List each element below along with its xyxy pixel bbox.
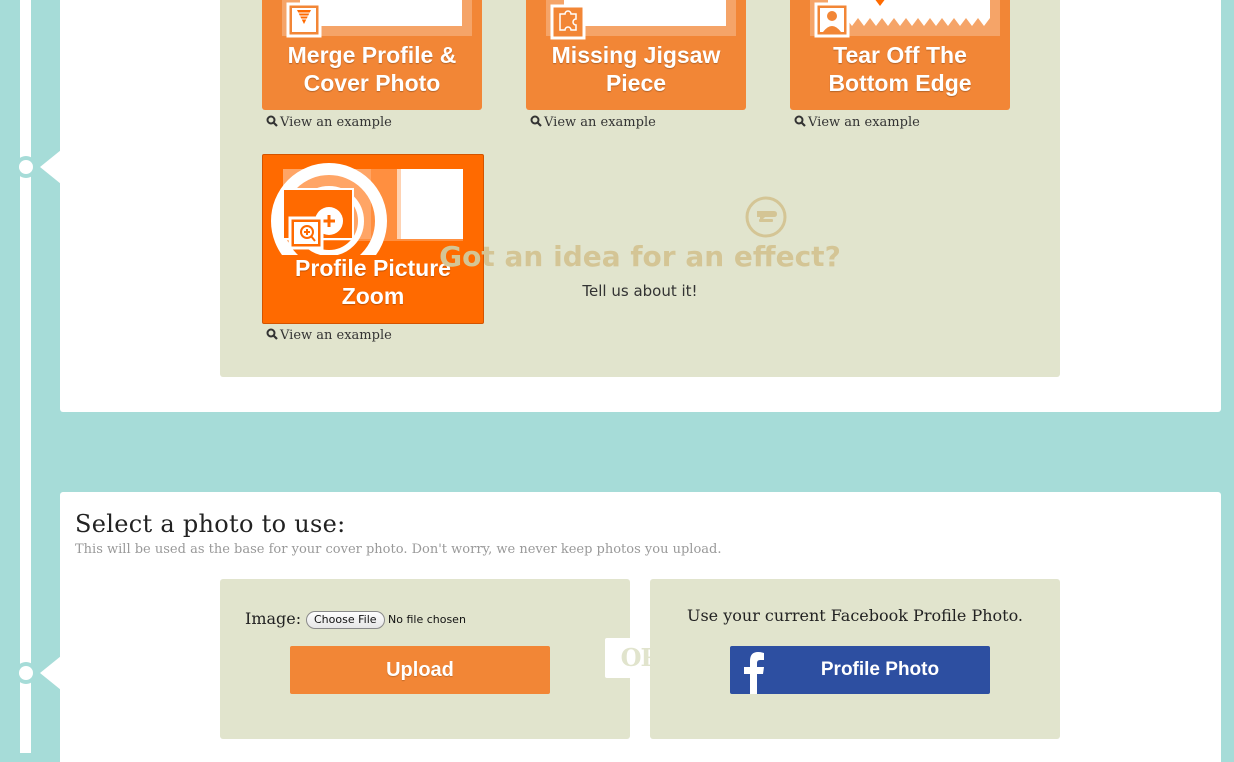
- effects-grid: Merge Profile & Cover Photo View an exam…: [220, 0, 1060, 377]
- choose-file-button[interactable]: Choose File: [306, 611, 385, 629]
- view-example-link[interactable]: View an example: [530, 115, 656, 130]
- facebook-label: Use your current Facebook Profile Photo.: [686, 606, 1024, 625]
- timeline-node: [15, 662, 37, 684]
- file-status: No file chosen: [388, 613, 466, 626]
- upload-box: Image: Choose File No file chosen Upload: [220, 579, 630, 739]
- tile-title-line2: Bottom Edge: [828, 70, 972, 96]
- magnifier-icon: [530, 115, 542, 127]
- facebook-f-icon: [744, 652, 764, 694]
- tile-title-line1: Merge Profile &: [287, 42, 457, 68]
- section-subtitle: This will be used as the base for your c…: [75, 542, 722, 557]
- tile-title-line2: Piece: [605, 70, 667, 96]
- timeline-node: [15, 156, 37, 178]
- select-photo-panel: Select a photo to use: This will be used…: [60, 492, 1221, 762]
- view-example-label: View an example: [544, 115, 656, 130]
- tile-title-line1: Tear Off The: [833, 42, 967, 68]
- image-label: Image:: [245, 609, 302, 628]
- view-example-link[interactable]: View an example: [266, 115, 392, 130]
- section-title: Select a photo to use:: [75, 510, 346, 538]
- magnifier-icon: [794, 115, 806, 127]
- view-example-label: View an example: [280, 328, 392, 343]
- facebook-button-label: Profile Photo: [820, 659, 940, 680]
- effects-panel: Merge Profile & Cover Photo View an exam…: [60, 0, 1221, 412]
- person-silhouette-icon: [810, 0, 1000, 38]
- view-example-label: View an example: [280, 115, 392, 130]
- puzzle-piece-icon: [546, 0, 736, 40]
- view-example-link[interactable]: View an example: [266, 328, 392, 343]
- timeline-pointer: [40, 150, 61, 184]
- timeline-line: [20, 0, 31, 753]
- tile-title-line2: Cover Photo: [303, 70, 441, 96]
- facebook-profile-photo-button[interactable]: Profile Photo: [730, 646, 990, 694]
- tile-title-line1: Missing Jigsaw: [551, 42, 721, 68]
- magnifier-icon: [266, 115, 278, 127]
- idea-link[interactable]: Tell us about it!: [220, 282, 1060, 300]
- effect-tile-merge[interactable]: Merge Profile & Cover Photo: [262, 0, 482, 110]
- upload-button[interactable]: Upload: [290, 646, 550, 694]
- magnifier-icon: [266, 328, 278, 340]
- merge-photo-icon: [282, 0, 472, 38]
- effect-tile-tear[interactable]: Tear Off The Bottom Edge: [790, 0, 1010, 110]
- facebook-box: Use your current Facebook Profile Photo.…: [650, 579, 1060, 739]
- idea-title: Got an idea for an effect?: [439, 240, 841, 273]
- effect-tile-jigsaw[interactable]: Missing Jigsaw Piece: [526, 0, 746, 110]
- speech-bubble-icon: [745, 196, 787, 238]
- view-example-link[interactable]: View an example: [794, 115, 920, 130]
- view-example-label: View an example: [808, 115, 920, 130]
- timeline-pointer: [40, 656, 61, 690]
